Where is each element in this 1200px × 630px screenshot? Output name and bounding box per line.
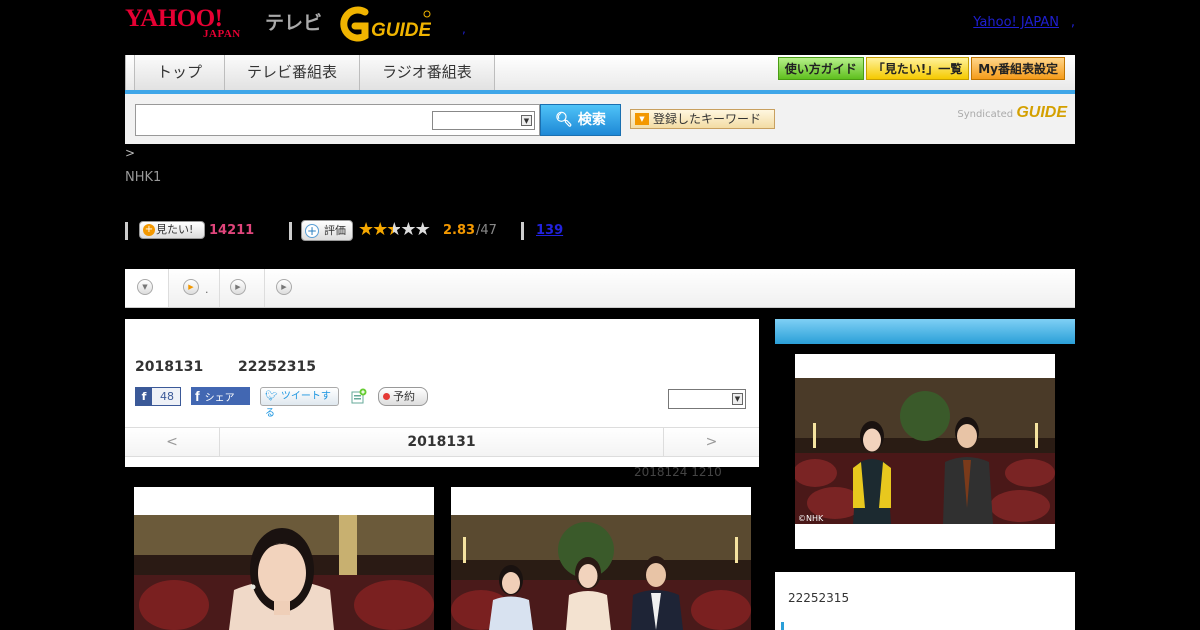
reviews-link[interactable]: 139 [536,223,563,238]
nav-tab-top[interactable]: トップ [134,55,226,90]
reserve-button[interactable]: 予約 [378,387,428,406]
usage-guide-button[interactable]: 使い方ガイド [777,57,864,80]
chevron-down-icon: ▼ [137,279,153,295]
dropdown-arrow-icon: ▼ [732,393,743,405]
copyright-label: ©NHK [798,514,824,523]
saved-keywords-label: 登録したキーワード [653,112,762,126]
tweet-button[interactable]: 🐦︎ ツイートする [260,387,339,419]
dropdown-arrow-icon: ▼ [521,115,532,126]
play-icon: ▶ [276,279,292,295]
gguide-logo[interactable]: GUIDE [335,6,431,42]
reserve-label: 予約 [393,390,415,403]
play-icon: ▶ [183,279,199,295]
nav-tab-radio-guide[interactable]: ラジオ番組表 [360,55,495,90]
sidebar-section-marker [781,622,784,630]
program-detail-panel: 2018131 22252315 f 48 f シェア 🐦︎ ツイートする 予約 ▼… [125,319,759,467]
broadcast-time: 22252315 [238,359,316,375]
plus-icon: + [143,224,155,236]
search-bar: ▼ 🔍︎ 検索 ▼ 登録したキーワード Syndicated GUIDE [125,94,1075,144]
program-tabs: ▼ ▶ . ▶ ▶ [125,269,1075,308]
cast-portrait-image [134,515,434,630]
stat-divider [125,222,128,240]
star-filled-icon: ★ [372,219,388,240]
stat-divider [289,222,292,240]
thumbnail-cast-group[interactable] [451,487,751,630]
rating-value: 2.83 [443,223,476,238]
facebook-share-label: シェア [204,393,235,404]
site-header: YAHOO! JAPAN テレビ GUIDE , Yahoo! JAPAN , [125,0,1075,52]
sidebar-broadcast-time: 22252315 [788,591,850,605]
facebook-like-count: 48 [160,390,174,403]
facebook-icon: f [136,388,152,405]
nav-utility-buttons: 使い方ガイド 「見たい!」一覧 My番組表設定 [777,57,1065,80]
sidebar-program-image[interactable]: ©NHK [795,378,1055,524]
twitter-bird-icon: 🐦︎ [265,391,278,402]
sidebar-header [775,319,1075,344]
sidebar: ©NHK 22252315 [775,319,1075,630]
plus-icon: + [305,224,319,238]
rate-button[interactable]: + 評価 [301,220,353,241]
channel-name: NHK1 [125,170,162,185]
bookmark-icon[interactable] [351,388,367,404]
rating-stars: ★★★★★ [358,219,431,240]
svg-text:GUIDE: GUIDE [371,20,431,41]
cast-group-image [451,515,751,630]
star-empty-icon: ★ [400,219,416,240]
mitai-button-label: 見たい! [156,223,194,236]
my-guide-settings-button[interactable]: My番組表設定 [971,57,1065,80]
dropdown-triangle-icon: ▼ [635,113,649,125]
header-separator: , [462,22,466,36]
facebook-icon: f [195,388,200,404]
tab-separator: . [205,283,209,296]
tab-third[interactable]: ▶ [220,269,265,307]
nav-tabs: トップ テレビ番組表 ラジオ番組表 [134,55,495,90]
record-dot-icon [383,393,390,400]
date-navigation: < 2018131 > [125,427,759,457]
nav-tab-tv-guide[interactable]: テレビ番組表 [225,55,361,90]
recorder-select[interactable]: ▼ [668,389,746,409]
play-icon: ▶ [230,279,246,295]
breadcrumb: > [125,146,136,160]
last-updated: 2018124 1210 [634,465,722,479]
facebook-like-button[interactable]: f 48 [135,387,181,406]
thumbnail-cast-portrait[interactable] [134,487,434,630]
rate-button-label: 評価 [324,224,346,237]
search-button-label: 検索 [577,112,606,128]
program-stats: + 見たい! 14211 + 評価 ★★★★★ 2.83 /47 139 [125,220,625,242]
yahoo-japan-link[interactable]: Yahoo! JAPAN [973,15,1059,30]
next-date-button[interactable]: > [663,428,759,457]
saved-keywords-button[interactable]: ▼ 登録したキーワード [630,109,775,129]
mitai-button[interactable]: + 見たい! [139,221,205,239]
rating-total: /47 [476,223,497,238]
tv-label[interactable]: テレビ [265,8,322,35]
prev-date-button[interactable]: < [125,428,220,457]
star-half-icon: ★ [386,219,402,240]
current-date: 2018131 [407,434,476,450]
stat-divider [521,222,524,240]
tab-second[interactable]: ▶ . [169,269,220,307]
search-button[interactable]: 🔍︎ 検索 [540,104,621,136]
tab-fourth[interactable]: ▶ [265,269,305,307]
main-nav: トップ テレビ番組表 ラジオ番組表 使い方ガイド 「見たい!」一覧 My番組表設… [125,55,1075,90]
syndicated-logo: GUIDE [1016,104,1067,121]
broadcast-date: 2018131 [135,359,204,375]
star-empty-icon: ★ [414,219,431,240]
mitai-count: 14211 [209,223,255,238]
syndicated-badge: Syndicated GUIDE [957,104,1067,122]
tab-overview[interactable]: ▼ [125,269,169,307]
search-category-select[interactable]: ▼ [432,111,535,130]
search-icon: 🔍︎ [555,112,573,128]
header-link-separator: , [1070,15,1075,30]
mitai-list-button[interactable]: 「見たい!」一覧 [865,57,970,80]
yahoo-logo-sub: JAPAN [203,28,241,40]
star-filled-icon: ★ [358,219,374,240]
facebook-share-button[interactable]: f シェア [191,387,250,405]
syndicated-label: Syndicated [957,109,1014,120]
yahoo-japan-logo[interactable]: YAHOO! JAPAN [125,6,240,41]
